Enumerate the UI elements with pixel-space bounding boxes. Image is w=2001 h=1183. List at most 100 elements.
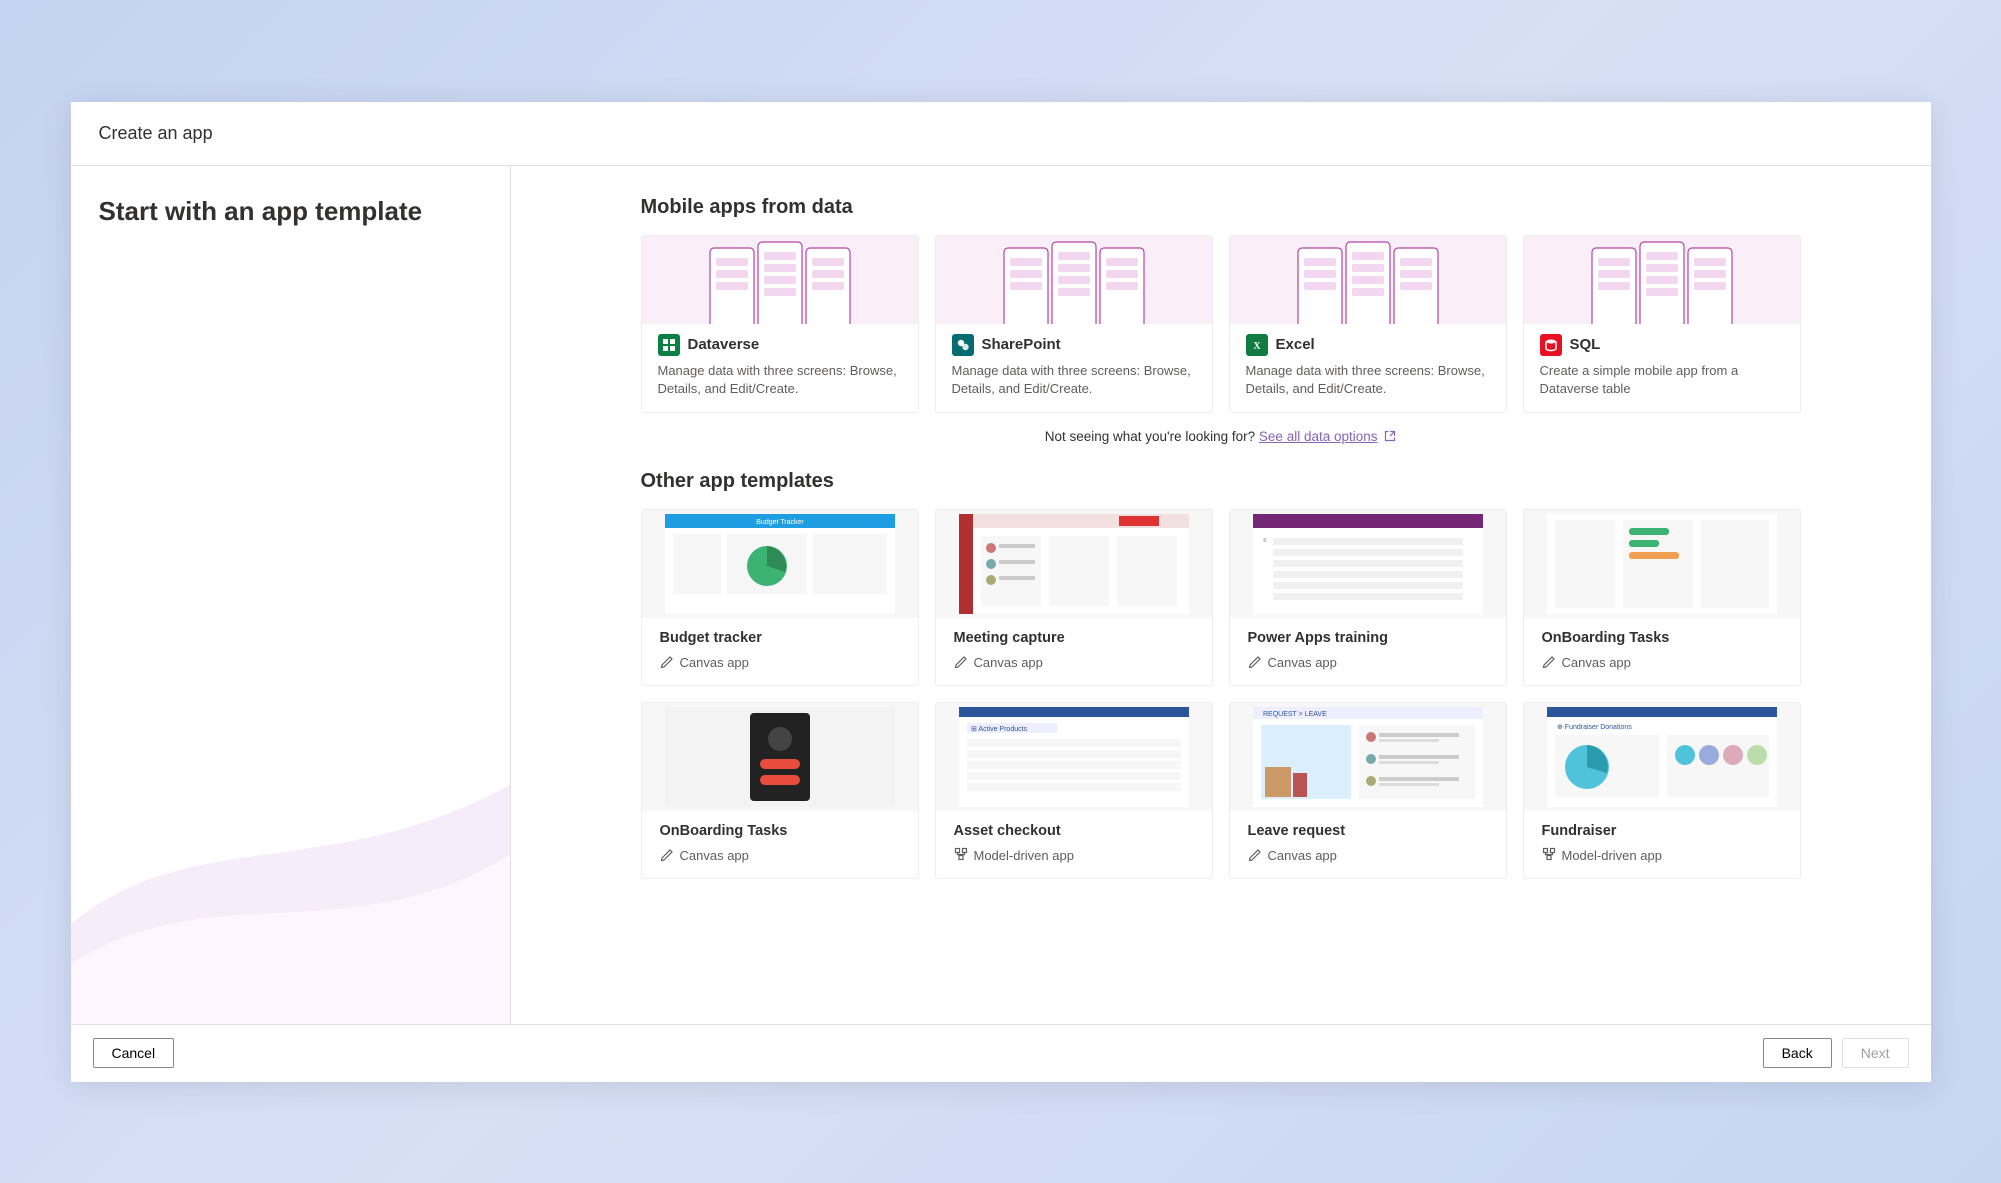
canvas-app-icon bbox=[954, 654, 968, 671]
template-type-label: Canvas app bbox=[1268, 848, 1337, 863]
main-content: Mobile apps from data Dataverse Manage d… bbox=[511, 166, 1931, 1024]
svg-text:⊞ Active Products: ⊞ Active Products bbox=[971, 726, 1028, 733]
data-card-sql[interactable]: SQL Create a simple mobile app from a Da… bbox=[1523, 235, 1801, 413]
card-title: SQL bbox=[1570, 336, 1601, 353]
card-title: Excel bbox=[1276, 336, 1315, 353]
template-card-asset-checkout-5[interactable]: ⊞ Active Products Asset checkout Model-d… bbox=[935, 702, 1213, 879]
template-thumb: ⊕ Fundraiser Donations bbox=[1524, 703, 1800, 811]
template-card-leave-request-6[interactable]: REQUEST > LEAVE Leave request Canvas app bbox=[1229, 702, 1507, 879]
data-card-sharepoint[interactable]: SharePoint Manage data with three screen… bbox=[935, 235, 1213, 413]
section-title-other: Other app templates bbox=[641, 470, 1801, 493]
template-type-label: Canvas app bbox=[680, 848, 749, 863]
card-body: Dataverse Manage data with three screens… bbox=[642, 324, 918, 412]
template-subtype: Canvas app bbox=[1248, 847, 1488, 864]
see-all-data-link[interactable]: See all data options bbox=[1259, 429, 1378, 444]
template-subtype: Canvas app bbox=[660, 847, 900, 864]
card-thumb bbox=[642, 236, 918, 324]
template-type-label: Canvas app bbox=[680, 655, 749, 670]
template-subtype: Model-driven app bbox=[954, 847, 1194, 864]
dataverse-icon bbox=[658, 334, 680, 356]
template-title: OnBoarding Tasks bbox=[1542, 630, 1782, 646]
card-title-row: SharePoint bbox=[952, 334, 1196, 356]
external-link-icon bbox=[1384, 430, 1396, 442]
template-body: Budget tracker Canvas app bbox=[642, 618, 918, 685]
card-body: SharePoint Manage data with three screen… bbox=[936, 324, 1212, 412]
template-title: Leave request bbox=[1248, 823, 1488, 839]
next-button[interactable]: Next bbox=[1842, 1038, 1909, 1068]
svg-text:≡: ≡ bbox=[1263, 538, 1267, 544]
card-thumb bbox=[1524, 236, 1800, 324]
template-subtype: Canvas app bbox=[660, 654, 900, 671]
canvas-app-icon bbox=[1248, 654, 1262, 671]
template-title: Meeting capture bbox=[954, 630, 1194, 646]
template-type-label: Model-driven app bbox=[974, 848, 1074, 863]
sharepoint-icon bbox=[952, 334, 974, 356]
svg-text:X: X bbox=[1253, 341, 1261, 352]
template-body: OnBoarding Tasks Canvas app bbox=[1524, 618, 1800, 685]
sidebar-heading: Start with an app template bbox=[99, 196, 482, 227]
footer: Cancel Back Next bbox=[71, 1024, 1931, 1082]
card-thumb bbox=[936, 236, 1212, 324]
canvas-app-icon bbox=[660, 847, 674, 864]
data-card-excel[interactable]: X Excel Manage data with three screens: … bbox=[1229, 235, 1507, 413]
decorative-wave bbox=[71, 724, 510, 1024]
template-subtype: Canvas app bbox=[1542, 654, 1782, 671]
template-subtype: Canvas app bbox=[1248, 654, 1488, 671]
template-cards-grid: Budget Tracker Budget tracker Canvas app… bbox=[641, 509, 1801, 879]
template-thumb: ≡ bbox=[1230, 510, 1506, 618]
template-thumb bbox=[642, 703, 918, 811]
card-description: Manage data with three screens: Browse, … bbox=[1246, 362, 1490, 398]
card-title: Dataverse bbox=[688, 336, 760, 353]
template-body: Leave request Canvas app bbox=[1230, 811, 1506, 878]
svg-text:REQUEST > LEAVE: REQUEST > LEAVE bbox=[1263, 711, 1327, 718]
template-body: Meeting capture Canvas app bbox=[936, 618, 1212, 685]
canvas-app-icon bbox=[1542, 654, 1556, 671]
template-body: Power Apps training Canvas app bbox=[1230, 618, 1506, 685]
sql-icon bbox=[1540, 334, 1562, 356]
template-subtype: Canvas app bbox=[954, 654, 1194, 671]
canvas-app-icon bbox=[660, 654, 674, 671]
card-title: SharePoint bbox=[982, 336, 1061, 353]
data-cards-grid: Dataverse Manage data with three screens… bbox=[641, 235, 1801, 413]
template-title: OnBoarding Tasks bbox=[660, 823, 900, 839]
template-card-budget-tracker-0[interactable]: Budget Tracker Budget tracker Canvas app bbox=[641, 509, 919, 686]
cancel-button[interactable]: Cancel bbox=[93, 1038, 175, 1068]
card-description: Create a simple mobile app from a Datave… bbox=[1540, 362, 1784, 398]
dialog-window: Create an app Start with an app template… bbox=[71, 102, 1931, 1082]
template-thumb: ⊞ Active Products bbox=[936, 703, 1212, 811]
template-subtype: Model-driven app bbox=[1542, 847, 1782, 864]
data-card-dataverse[interactable]: Dataverse Manage data with three screens… bbox=[641, 235, 919, 413]
card-title-row: X Excel bbox=[1246, 334, 1490, 356]
svg-text:Budget Tracker: Budget Tracker bbox=[756, 519, 804, 526]
template-card-fundraiser-7[interactable]: ⊕ Fundraiser Donations Fundraiser Model-… bbox=[1523, 702, 1801, 879]
card-description: Manage data with three screens: Browse, … bbox=[658, 362, 902, 398]
titlebar: Create an app bbox=[71, 102, 1931, 166]
template-thumb: REQUEST > LEAVE bbox=[1230, 703, 1506, 811]
template-body: Asset checkout Model-driven app bbox=[936, 811, 1212, 878]
template-thumb: Budget Tracker bbox=[642, 510, 918, 618]
back-button[interactable]: Back bbox=[1763, 1038, 1832, 1068]
template-title: Budget tracker bbox=[660, 630, 900, 646]
template-card-onboarding-tasks-4[interactable]: OnBoarding Tasks Canvas app bbox=[641, 702, 919, 879]
help-text: Not seeing what you're looking for? bbox=[1045, 429, 1259, 444]
template-body: Fundraiser Model-driven app bbox=[1524, 811, 1800, 878]
footer-right-buttons: Back Next bbox=[1763, 1038, 1909, 1068]
titlebar-title: Create an app bbox=[99, 123, 213, 144]
template-title: Fundraiser bbox=[1542, 823, 1782, 839]
template-type-label: Canvas app bbox=[1268, 655, 1337, 670]
section-title-data: Mobile apps from data bbox=[641, 196, 1801, 219]
template-card-power-apps-training-2[interactable]: ≡ Power Apps training Canvas app bbox=[1229, 509, 1507, 686]
sidebar: Start with an app template bbox=[71, 166, 511, 1024]
template-type-label: Model-driven app bbox=[1562, 848, 1662, 863]
card-title-row: SQL bbox=[1540, 334, 1784, 356]
card-title-row: Dataverse bbox=[658, 334, 902, 356]
excel-icon: X bbox=[1246, 334, 1268, 356]
dialog-body: Start with an app template Mobile apps f… bbox=[71, 166, 1931, 1024]
template-card-onboarding-tasks-3[interactable]: OnBoarding Tasks Canvas app bbox=[1523, 509, 1801, 686]
model-driven-icon bbox=[954, 847, 968, 864]
template-card-meeting-capture-1[interactable]: Meeting capture Canvas app bbox=[935, 509, 1213, 686]
template-body: OnBoarding Tasks Canvas app bbox=[642, 811, 918, 878]
template-title: Power Apps training bbox=[1248, 630, 1488, 646]
template-type-label: Canvas app bbox=[974, 655, 1043, 670]
canvas-app-icon bbox=[1248, 847, 1262, 864]
